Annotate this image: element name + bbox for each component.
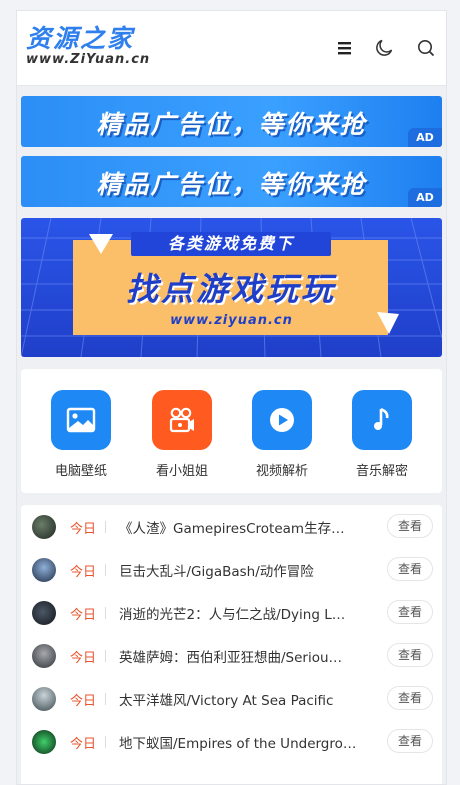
list-item-title[interactable]: 太平洋雄风/Victory At Sea Pacific — [119, 689, 359, 709]
thumbnail — [32, 730, 56, 754]
play-icon — [252, 390, 312, 450]
thumbnail — [32, 558, 56, 582]
view-button[interactable]: 查看 — [387, 643, 433, 667]
list-item[interactable]: 今日 英雄萨姆：西伯利亚狂想曲/Seriou… 查看 — [21, 634, 442, 677]
quick-links-panel: 电脑壁纸 看小姐姐 视频解析 音乐解密 — [21, 369, 442, 493]
divider — [105, 650, 106, 662]
music-note-icon — [352, 390, 412, 450]
list-item[interactable]: 今日 《人渣》GamepiresCroteam生存… 查看 — [21, 505, 442, 548]
list-item[interactable]: 今日 地下蚁国/Empires of the Undergro… 查看 — [21, 720, 442, 763]
logo-sub-text: www.ZiYuan.cn — [26, 52, 151, 67]
date-tag: 今日 — [70, 522, 97, 537]
divider — [105, 736, 106, 748]
date-tag: 今日 — [70, 565, 97, 580]
thumbnail — [32, 687, 56, 711]
list-item[interactable]: 今日 太平洋雄风/Victory At Sea Pacific 查看 — [21, 677, 442, 720]
quick-link-wallpaper[interactable]: 电脑壁纸 — [31, 390, 131, 479]
divider — [105, 521, 106, 533]
banner-tagline: 各类游戏免费下 — [131, 232, 331, 256]
quick-link-video-parse[interactable]: 视频解析 — [232, 390, 332, 479]
image-icon — [51, 390, 111, 450]
ad-text: 精品广告位，等你来抢 — [96, 170, 367, 199]
ad-banner-2[interactable]: 精品广告位，等你来抢 AD — [21, 156, 442, 207]
date-tag: 今日 — [70, 737, 97, 752]
ad-banner-1[interactable]: 精品广告位，等你来抢 AD — [21, 96, 442, 147]
date-tag: 今日 — [70, 694, 97, 709]
quick-link-girls[interactable]: 看小姐姐 — [132, 390, 232, 479]
quick-link-music-decrypt[interactable]: 音乐解密 — [332, 390, 432, 479]
menu-icon[interactable] — [335, 38, 355, 58]
list-item-title[interactable]: 巨击大乱斗/GigaBash/动作冒险 — [119, 560, 359, 580]
view-button[interactable]: 查看 — [387, 600, 433, 624]
divider — [105, 607, 106, 619]
list-item-title[interactable]: 《人渣》GamepiresCroteam生存… — [119, 517, 359, 537]
banner-url: www.ziyuan.cn — [170, 313, 293, 328]
site-header: 资源之家 www.ZiYuan.cn — [17, 11, 446, 86]
divider — [105, 693, 106, 705]
ad-text: 精品广告位，等你来抢 — [96, 110, 367, 139]
thumbnail — [32, 644, 56, 668]
divider — [105, 564, 106, 576]
view-button[interactable]: 查看 — [387, 686, 433, 710]
search-icon[interactable] — [416, 38, 436, 58]
view-button[interactable]: 查看 — [387, 729, 433, 753]
article-list: 今日 《人渣》GamepiresCroteam生存… 查看 今日 巨击大乱斗/G… — [21, 505, 442, 784]
moon-icon[interactable] — [374, 38, 394, 58]
list-item-title[interactable]: 英雄萨姆：西伯利亚狂想曲/Seriou… — [119, 646, 359, 666]
date-tag: 今日 — [70, 651, 97, 666]
site-logo[interactable]: 资源之家 www.ZiYuan.cn — [26, 25, 150, 68]
ad-badge: AD — [408, 128, 442, 147]
view-button[interactable]: 查看 — [387, 557, 433, 581]
ad-badge: AD — [408, 188, 442, 207]
logo-main-text: 资源之家 — [26, 24, 135, 53]
view-button[interactable]: 查看 — [387, 514, 433, 538]
list-item[interactable]: 今日 消逝的光芒2：人与仁之战/Dying L… 查看 — [21, 591, 442, 634]
quick-link-label: 电脑壁纸 — [54, 464, 107, 479]
page-frame: 资源之家 www.ZiYuan.cn 精品广告位，等你来抢 AD 精品广告位，等… — [16, 10, 447, 785]
banner-headline: 找点游戏玩玩 — [125, 270, 336, 308]
date-tag: 今日 — [70, 608, 97, 623]
list-item-title[interactable]: 消逝的光芒2：人与仁之战/Dying L… — [119, 603, 359, 623]
quick-link-label: 音乐解密 — [355, 464, 408, 479]
list-item[interactable]: 今日 巨击大乱斗/GigaBash/动作冒险 查看 — [21, 548, 442, 591]
thumbnail — [32, 515, 56, 539]
quick-link-label: 看小姐姐 — [155, 464, 208, 479]
thumbnail — [32, 601, 56, 625]
game-banner[interactable]: 各类游戏免费下 找点游戏玩玩 www.ziyuan.cn — [21, 218, 442, 357]
quick-link-label: 视频解析 — [255, 464, 308, 479]
list-item-title[interactable]: 地下蚁国/Empires of the Undergro… — [119, 732, 359, 752]
video-camera-icon — [152, 390, 212, 450]
